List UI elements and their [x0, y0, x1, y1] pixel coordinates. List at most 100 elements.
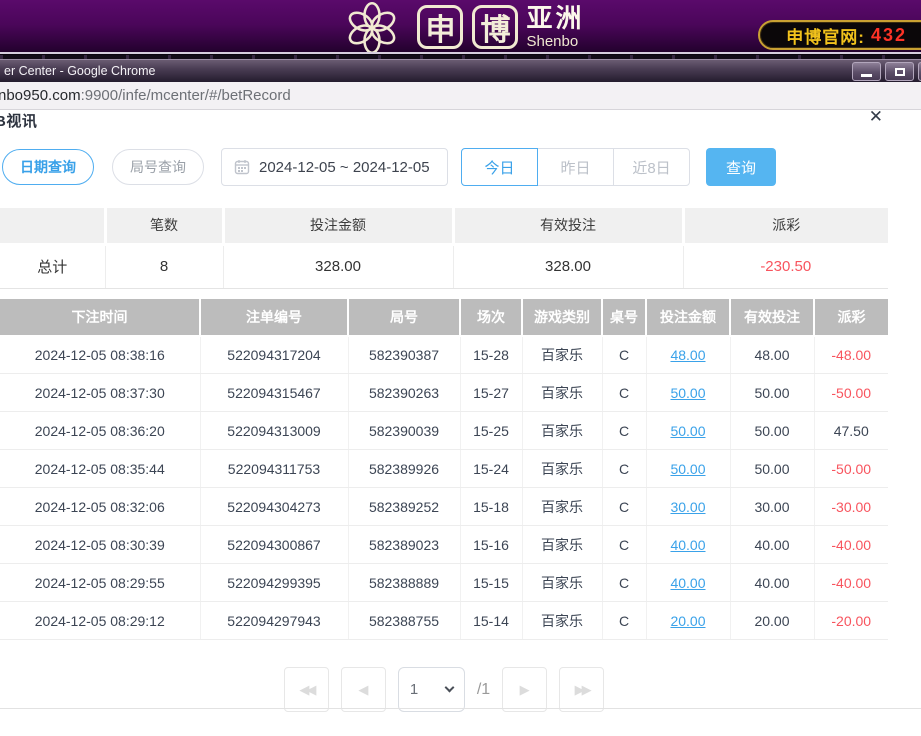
record-row-2: 2024-12-05 08:36:20522094313009582390039…	[0, 412, 888, 450]
today-button[interactable]: 今日	[461, 148, 538, 186]
maximize-icon	[895, 68, 905, 76]
yesterday-button[interactable]: 昨日	[537, 148, 614, 186]
prev-page-button[interactable]: ◀	[341, 667, 386, 712]
record-1-col-6-value[interactable]: 50.00	[670, 385, 705, 401]
record-0-col-6-value[interactable]: 48.00	[670, 347, 705, 363]
record-5-col-2: 582389023	[348, 526, 460, 564]
record-3-col-6-value[interactable]: 50.00	[670, 461, 705, 477]
record-1-col-5: C	[602, 374, 646, 412]
window-titlebar[interactable]: er Center - Google Chrome ✕	[0, 59, 921, 82]
record-3-col-6[interactable]: 50.00	[646, 450, 730, 488]
page-title: B视讯	[0, 110, 37, 131]
record-5-col-6[interactable]: 40.00	[646, 526, 730, 564]
brand-text-stack: 亚洲 Shenbo	[526, 5, 584, 49]
calendar-icon	[234, 159, 250, 175]
chevron-down-icon	[444, 683, 454, 693]
record-7-col-7: 20.00	[730, 602, 814, 640]
record-2-col-5: C	[602, 412, 646, 450]
records-header-0: 下注时间	[0, 299, 200, 336]
summary-cell-3: 328.00	[453, 244, 683, 288]
url-domain: nbo950.com	[0, 87, 81, 104]
summary-total-row: 总计8328.00328.00-230.50	[0, 244, 888, 288]
url-path: :9900/infe/mcenter/#/betRecord	[81, 87, 291, 104]
record-7-col-6-value[interactable]: 20.00	[670, 613, 705, 629]
brand-char-1: 申	[425, 5, 455, 49]
brand-char-box-1: 申	[417, 5, 463, 49]
next-page-button[interactable]: ▶	[502, 667, 547, 712]
record-5-col-3: 15-16	[460, 526, 522, 564]
record-3-col-0: 2024-12-05 08:35:44	[0, 450, 200, 488]
brand-char-2: 博	[480, 5, 510, 49]
last-8-days-button[interactable]: 近8日	[613, 148, 690, 186]
record-1-col-6[interactable]: 50.00	[646, 374, 730, 412]
record-3-col-2: 582389926	[348, 450, 460, 488]
record-5-col-5: C	[602, 526, 646, 564]
search-button[interactable]: 查询	[706, 148, 776, 186]
minimize-button[interactable]	[852, 62, 881, 81]
record-5-col-4: 百家乐	[522, 526, 602, 564]
record-6-col-6[interactable]: 40.00	[646, 564, 730, 602]
records-header-4: 游戏类别	[522, 299, 602, 336]
record-4-col-2: 582389252	[348, 488, 460, 526]
record-row-0: 2024-12-05 08:38:16522094317204582390387…	[0, 336, 888, 374]
record-5-col-7: 40.00	[730, 526, 814, 564]
record-4-col-6[interactable]: 30.00	[646, 488, 730, 526]
record-2-col-1: 522094313009	[200, 412, 348, 450]
next-page-icon: ▶	[520, 682, 530, 698]
records-header-row: 下注时间注单编号局号场次游戏类别桌号投注金额有效投注派彩	[0, 299, 888, 336]
summary-cell-2: 328.00	[223, 244, 453, 288]
address-bar[interactable]: nbo950.com:9900/infe/mcenter/#/betRecord	[0, 87, 291, 104]
page-select[interactable]: 1	[398, 667, 465, 712]
record-4-col-6-value[interactable]: 30.00	[670, 499, 705, 515]
date-query-tab[interactable]: 日期查询	[2, 149, 94, 185]
browser-toolbar: nbo950.com:9900/infe/mcenter/#/betRecord	[0, 82, 921, 110]
record-4-col-7: 30.00	[730, 488, 814, 526]
record-row-3: 2024-12-05 08:35:44522094311753582389926…	[0, 450, 888, 488]
record-7-col-3: 15-14	[460, 602, 522, 640]
record-5-col-8-value: -40.00	[831, 537, 871, 553]
quick-range-group: 今日 昨日 近8日	[461, 148, 690, 186]
maximize-button[interactable]	[885, 62, 914, 81]
record-3-col-5: C	[602, 450, 646, 488]
record-7-col-6[interactable]: 20.00	[646, 602, 730, 640]
record-6-col-8-value: -40.00	[831, 575, 871, 591]
minimize-icon	[861, 74, 872, 77]
summary-header-1: 笔数	[105, 208, 223, 244]
last-page-button[interactable]: ▶▶	[559, 667, 604, 712]
summary-header-4: 派彩	[683, 208, 888, 244]
summary-cell-0: 总计	[0, 244, 105, 288]
records-table: 下注时间注单编号局号场次游戏类别桌号投注金额有效投注派彩 2024-12-05 …	[0, 299, 888, 641]
record-2-col-6[interactable]: 50.00	[646, 412, 730, 450]
page-content: B视讯 ✕ 日期查询 局号查询	[0, 110, 921, 712]
records-header-2: 局号	[348, 299, 460, 336]
flower-logo-icon	[336, 1, 408, 54]
date-range-input[interactable]: 2024-12-05 ~ 2024-12-05	[221, 148, 448, 186]
round-query-tab[interactable]: 局号查询	[112, 149, 204, 185]
record-7-col-5: C	[602, 602, 646, 640]
record-5-col-6-value[interactable]: 40.00	[670, 537, 705, 553]
first-page-button[interactable]: ◀◀	[284, 667, 329, 712]
record-3-col-8-value: -50.00	[831, 461, 871, 477]
last-page-icon: ▶▶	[575, 682, 589, 698]
total-pages-label: /1	[477, 681, 490, 699]
record-0-col-0: 2024-12-05 08:38:16	[0, 336, 200, 374]
record-0-col-1: 522094317204	[200, 336, 348, 374]
record-7-col-1: 522094297943	[200, 602, 348, 640]
summary-header-3: 有效投注	[453, 208, 683, 244]
brand-english: Shenbo	[526, 34, 584, 49]
summary-cell-1: 8	[105, 244, 223, 288]
record-3-col-1: 522094311753	[200, 450, 348, 488]
record-2-col-6-value[interactable]: 50.00	[670, 423, 705, 439]
record-0-col-2: 582390387	[348, 336, 460, 374]
record-0-col-6[interactable]: 48.00	[646, 336, 730, 374]
record-6-col-6-value[interactable]: 40.00	[670, 575, 705, 591]
record-row-7: 2024-12-05 08:29:12522094297943582388755…	[0, 602, 888, 640]
brand-banner: 申 博 亚洲 Shenbo 申博官网: 432	[0, 0, 921, 54]
records-header-5: 桌号	[602, 299, 646, 336]
window-title: er Center - Google Chrome	[4, 64, 155, 78]
record-3-col-3: 15-24	[460, 450, 522, 488]
record-row-1: 2024-12-05 08:37:30522094315467582390263…	[0, 374, 888, 412]
close-panel-icon[interactable]: ✕	[869, 108, 883, 125]
first-page-icon: ◀◀	[299, 682, 313, 698]
record-5-col-1: 522094300867	[200, 526, 348, 564]
